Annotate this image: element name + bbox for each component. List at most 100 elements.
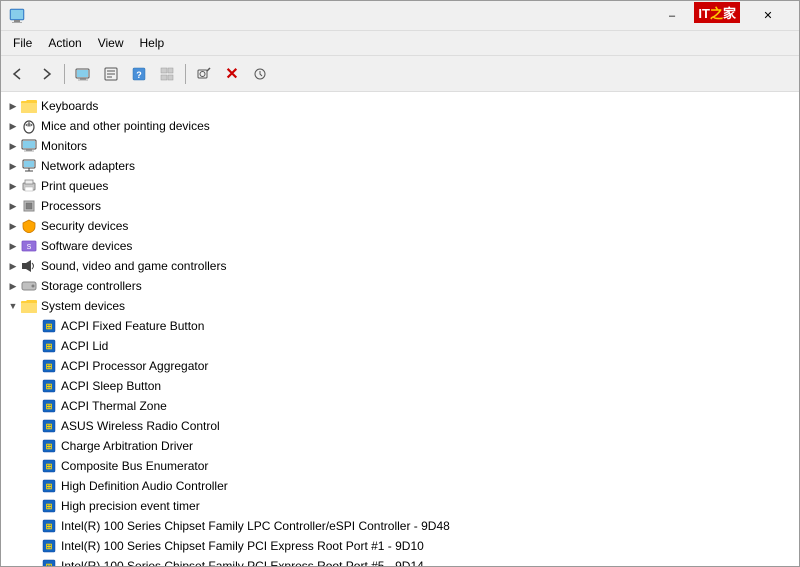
toggle-acpi-lid xyxy=(25,338,41,354)
label-acpi-ffb: ACPI Fixed Feature Button xyxy=(61,319,204,333)
icon-hda: ⊞ xyxy=(41,478,57,494)
icon-sound xyxy=(21,258,37,274)
uninstall-button[interactable]: ✕ xyxy=(219,61,245,87)
toggle-system[interactable]: ▼ xyxy=(5,298,21,314)
help-button[interactable]: ? xyxy=(126,61,152,87)
scan-button[interactable] xyxy=(191,61,217,87)
toggle-software[interactable]: ▶ xyxy=(5,238,21,254)
menu-help[interactable]: Help xyxy=(132,33,173,53)
toggle-keyboards[interactable]: ▶ xyxy=(5,98,21,114)
toggle-intel-pci5 xyxy=(25,558,41,566)
icon-acpi-tz: ⊞ xyxy=(41,398,57,414)
icon-security xyxy=(21,218,37,234)
tree-item-system[interactable]: ▼ System devices xyxy=(1,296,799,316)
toggle-storage[interactable]: ▶ xyxy=(5,278,21,294)
svg-text:⊞: ⊞ xyxy=(46,462,53,471)
toggle-security[interactable]: ▶ xyxy=(5,218,21,234)
tree-item-acpi-ffb[interactable]: ⊞ ACPI Fixed Feature Button xyxy=(1,316,799,336)
label-storage: Storage controllers xyxy=(41,279,142,293)
icon-storage xyxy=(21,278,37,294)
menu-view[interactable]: View xyxy=(90,33,132,53)
toggle-hpet xyxy=(25,498,41,514)
properties-button[interactable] xyxy=(98,61,124,87)
toggle-sound[interactable]: ▶ xyxy=(5,258,21,274)
tree-item-acpi-lid[interactable]: ⊞ ACPI Lid xyxy=(1,336,799,356)
toggle-monitors[interactable]: ▶ xyxy=(5,138,21,154)
watermark: IT之家 xyxy=(694,2,740,23)
tree-item-hpet[interactable]: ⊞ High precision event timer xyxy=(1,496,799,516)
icon-processors xyxy=(21,198,37,214)
update-button[interactable] xyxy=(247,61,273,87)
svg-text:⊞: ⊞ xyxy=(46,482,53,491)
show-hidden-button[interactable] xyxy=(70,61,96,87)
svg-text:⊞: ⊞ xyxy=(46,522,53,531)
tree-item-charge[interactable]: ⊞ Charge Arbitration Driver xyxy=(1,436,799,456)
device-tree[interactable]: ▶ Keyboards ▶ Mice and other pointing de… xyxy=(1,92,799,566)
window-icon xyxy=(9,8,25,24)
label-hda: High Definition Audio Controller xyxy=(61,479,228,493)
toolbar: ? ✕ xyxy=(1,56,799,92)
svg-text:S: S xyxy=(27,244,32,251)
view-button[interactable] xyxy=(154,61,180,87)
icon-monitors xyxy=(21,138,37,154)
label-keyboards: Keyboards xyxy=(41,99,98,113)
icon-intel-pci1: ⊞ xyxy=(41,538,57,554)
tree-item-sound[interactable]: ▶ Sound, video and game controllers xyxy=(1,256,799,276)
toggle-mice[interactable]: ▶ xyxy=(5,118,21,134)
label-acpi-tz: ACPI Thermal Zone xyxy=(61,399,167,413)
label-intel-lpc: Intel(R) 100 Series Chipset Family LPC C… xyxy=(61,519,450,533)
forward-button[interactable] xyxy=(33,61,59,87)
label-asus-wrc: ASUS Wireless Radio Control xyxy=(61,419,220,433)
minimize-button[interactable]: – xyxy=(649,1,695,31)
toggle-acpi-ffb xyxy=(25,318,41,334)
svg-text:?: ? xyxy=(136,70,142,80)
tree-item-mice[interactable]: ▶ Mice and other pointing devices xyxy=(1,116,799,136)
tree-item-storage[interactable]: ▶ Storage controllers xyxy=(1,276,799,296)
tree-item-intel-lpc[interactable]: ⊞ Intel(R) 100 Series Chipset Family LPC… xyxy=(1,516,799,536)
menu-action[interactable]: Action xyxy=(40,33,89,53)
svg-text:⊞: ⊞ xyxy=(46,442,53,451)
label-acpi-lid: ACPI Lid xyxy=(61,339,108,353)
menu-file[interactable]: File xyxy=(5,33,40,53)
tree-item-processors[interactable]: ▶ Processors xyxy=(1,196,799,216)
toggle-intel-lpc xyxy=(25,518,41,534)
close-button[interactable]: ✕ xyxy=(745,1,791,31)
tree-item-hda[interactable]: ⊞ High Definition Audio Controller xyxy=(1,476,799,496)
back-button[interactable] xyxy=(5,61,31,87)
tree-item-intel-pci1[interactable]: ⊞ Intel(R) 100 Series Chipset Family PCI… xyxy=(1,536,799,556)
tree-item-composite[interactable]: ⊞ Composite Bus Enumerator xyxy=(1,456,799,476)
icon-intel-pci5: ⊞ xyxy=(41,558,57,566)
tree-item-security[interactable]: ▶ Security devices xyxy=(1,216,799,236)
tree-item-acpi-pa[interactable]: ⊞ ACPI Processor Aggregator xyxy=(1,356,799,376)
tree-item-acpi-sb[interactable]: ⊞ ACPI Sleep Button xyxy=(1,376,799,396)
toggle-acpi-tz xyxy=(25,398,41,414)
tree-item-keyboards[interactable]: ▶ Keyboards xyxy=(1,96,799,116)
label-monitors: Monitors xyxy=(41,139,87,153)
tree-item-intel-pci5[interactable]: ⊞ Intel(R) 100 Series Chipset Family PCI… xyxy=(1,556,799,566)
tree-item-acpi-tz[interactable]: ⊞ ACPI Thermal Zone xyxy=(1,396,799,416)
icon-asus-wrc: ⊞ xyxy=(41,418,57,434)
label-print: Print queues xyxy=(41,179,108,193)
icon-composite: ⊞ xyxy=(41,458,57,474)
icon-acpi-sb: ⊞ xyxy=(41,378,57,394)
label-acpi-pa: ACPI Processor Aggregator xyxy=(61,359,208,373)
label-software: Software devices xyxy=(41,239,132,253)
icon-intel-lpc: ⊞ xyxy=(41,518,57,534)
tree-item-software[interactable]: ▶ S Software devices xyxy=(1,236,799,256)
tree-item-network[interactable]: ▶ Network adapters xyxy=(1,156,799,176)
svg-text:⊞: ⊞ xyxy=(46,542,53,551)
icon-acpi-pa: ⊞ xyxy=(41,358,57,374)
svg-text:⊞: ⊞ xyxy=(46,362,53,371)
tree-item-print[interactable]: ▶ Print queues xyxy=(1,176,799,196)
icon-network xyxy=(21,158,37,174)
icon-print xyxy=(21,178,37,194)
tree-item-monitors[interactable]: ▶ Monitors xyxy=(1,136,799,156)
svg-text:⊞: ⊞ xyxy=(46,382,53,391)
toggle-network[interactable]: ▶ xyxy=(5,158,21,174)
toggle-processors[interactable]: ▶ xyxy=(5,198,21,214)
icon-charge: ⊞ xyxy=(41,438,57,454)
svg-text:⊞: ⊞ xyxy=(46,322,53,331)
toggle-acpi-pa xyxy=(25,358,41,374)
toggle-print[interactable]: ▶ xyxy=(5,178,21,194)
tree-item-asus-wrc[interactable]: ⊞ ASUS Wireless Radio Control xyxy=(1,416,799,436)
